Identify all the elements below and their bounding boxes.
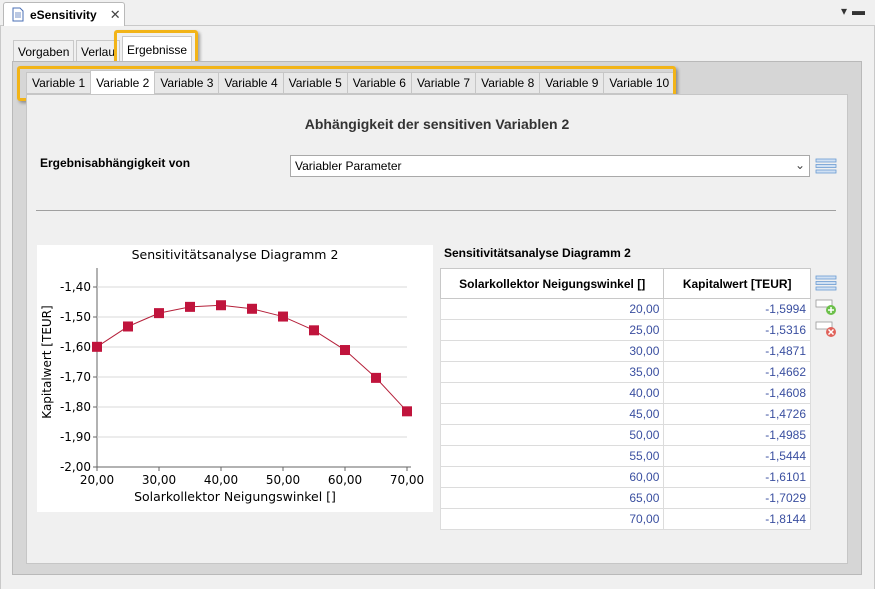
list-icon[interactable] — [815, 157, 837, 175]
x-tick-label: 50,00 — [266, 473, 300, 487]
table-row[interactable]: 30,00 -1,4871 — [439, 340, 811, 362]
section-title: Abhängigkeit der sensitiven Variablen 2 — [304, 116, 570, 132]
cell-value[interactable]: -1,7029 — [663, 487, 811, 509]
y-tick-label: -1,50 — [60, 310, 91, 324]
dependency-select[interactable]: Variabler Parameter ⌄ — [290, 155, 810, 177]
separator — [36, 210, 836, 211]
cell-angle[interactable]: 60,00 — [439, 466, 665, 488]
cell-angle[interactable]: 70,00 — [439, 508, 665, 530]
cell-value[interactable]: -1,8144 — [663, 508, 811, 530]
cell-angle[interactable]: 35,00 — [439, 361, 665, 383]
cell-value[interactable]: -1,6101 — [663, 466, 811, 488]
cell-value[interactable]: -1,4871 — [663, 340, 811, 362]
cell-value[interactable]: -1,4608 — [663, 382, 811, 404]
tab-vorgaben-label: Vorgaben — [18, 44, 70, 59]
cell-angle[interactable]: 30,00 — [439, 340, 665, 362]
data-point — [371, 372, 381, 383]
y-tick-label: -1,40 — [60, 280, 91, 294]
cell-angle[interactable]: 45,00 — [439, 403, 665, 425]
table-row[interactable]: 70,00 -1,8144 — [439, 508, 811, 530]
chart-title: Sensitivitätsanalyse Diagramm 2 — [132, 247, 339, 262]
table-row[interactable]: 25,00 -1,5316 — [439, 319, 811, 341]
cell-angle[interactable]: 50,00 — [439, 424, 665, 446]
table-row[interactable]: 50,00 -1,4985 — [439, 424, 811, 446]
data-point — [154, 308, 164, 319]
document-icon — [12, 7, 24, 22]
data-point — [92, 341, 102, 352]
x-tick-label: 40,00 — [204, 473, 238, 487]
sensitivity-chart: Sensitivitätsanalyse Diagramm 2 Solarkol… — [37, 245, 433, 512]
series-line — [96, 304, 408, 412]
cell-value[interactable]: -1,5316 — [663, 319, 811, 341]
x-tick-label: 30,00 — [142, 473, 176, 487]
cell-angle[interactable]: 40,00 — [439, 382, 665, 404]
y-tick-label: -1,80 — [60, 400, 91, 414]
y-tick-label: -1,70 — [60, 370, 91, 384]
table-row[interactable]: 35,00 -1,4662 — [439, 361, 811, 383]
cell-angle[interactable]: 20,00 — [439, 298, 665, 320]
chart-svg: Sensitivitätsanalyse Diagramm 2 Solarkol… — [40, 247, 424, 504]
remove-row-icon[interactable] — [815, 320, 837, 338]
cell-value[interactable]: -1,4662 — [663, 361, 811, 383]
data-point — [247, 303, 257, 314]
data-point — [216, 300, 226, 311]
x-tick-label: 60,00 — [328, 473, 362, 487]
x-tick-label: 70,00 — [390, 473, 424, 487]
editor-tabbar — [0, 0, 875, 26]
editor-tab-esensitivity[interactable]: eSensitivity ✕ — [3, 2, 125, 26]
data-point — [123, 321, 133, 332]
data-point — [402, 406, 412, 417]
data-point — [278, 311, 288, 322]
cell-value[interactable]: -1,5994 — [663, 298, 811, 320]
chevron-down-icon: ⌄ — [794, 158, 805, 172]
editor-tab-label: eSensitivity — [30, 7, 97, 22]
x-tick-label: 20,00 — [80, 473, 114, 487]
chart-xlabel: Solarkollektor Neigungswinkel [] — [134, 489, 336, 504]
list-icon[interactable] — [815, 274, 837, 292]
view-menu-icon[interactable]: ▾ — [841, 4, 847, 18]
table-row[interactable]: 20,00 -1,5994 — [439, 298, 811, 320]
column-header-angle[interactable]: Solarkollektor Neigungswinkel [] — [439, 268, 665, 299]
cell-angle[interactable]: 25,00 — [439, 319, 665, 341]
chart-ylabel: Kapitalwert [TEUR] — [40, 305, 54, 418]
y-tick-label: -1,90 — [60, 430, 91, 444]
tab-verlauf-label: Verlau — [81, 44, 116, 59]
tab-vorgaben[interactable]: Vorgaben — [13, 40, 75, 62]
y-tick-label: -2,00 — [60, 460, 91, 474]
highlight-ergebnisse — [114, 30, 198, 64]
table-row[interactable]: 60,00 -1,6101 — [439, 466, 811, 488]
results-table: Solarkollektor Neigungswinkel [] Kapital… — [439, 268, 811, 530]
table-row[interactable]: 40,00 -1,4608 — [439, 382, 811, 404]
cell-value[interactable]: -1,5444 — [663, 445, 811, 467]
cell-value[interactable]: -1,4985 — [663, 424, 811, 446]
minimize-icon[interactable]: ▬ — [852, 3, 865, 18]
table-row[interactable]: 45,00 -1,4726 — [439, 403, 811, 425]
cell-angle[interactable]: 65,00 — [439, 487, 665, 509]
dependency-select-value: Variabler Parameter — [295, 159, 402, 173]
y-tick-label: -1,60 — [60, 340, 91, 354]
close-icon[interactable]: ✕ — [110, 7, 121, 23]
add-row-icon[interactable] — [815, 298, 837, 316]
table-title: Sensitivitätsanalyse Diagramm 2 — [444, 246, 631, 260]
data-point — [340, 345, 350, 356]
table-row[interactable]: 55,00 -1,5444 — [439, 445, 811, 467]
dependency-label: Ergebnisabhängigkeit von — [40, 156, 191, 170]
cell-value[interactable]: -1,4726 — [663, 403, 811, 425]
data-point — [185, 301, 195, 312]
data-point — [309, 325, 319, 336]
cell-angle[interactable]: 55,00 — [439, 445, 665, 467]
column-header-value[interactable]: Kapitalwert [TEUR] — [663, 268, 811, 299]
table-row[interactable]: 65,00 -1,7029 — [439, 487, 811, 509]
